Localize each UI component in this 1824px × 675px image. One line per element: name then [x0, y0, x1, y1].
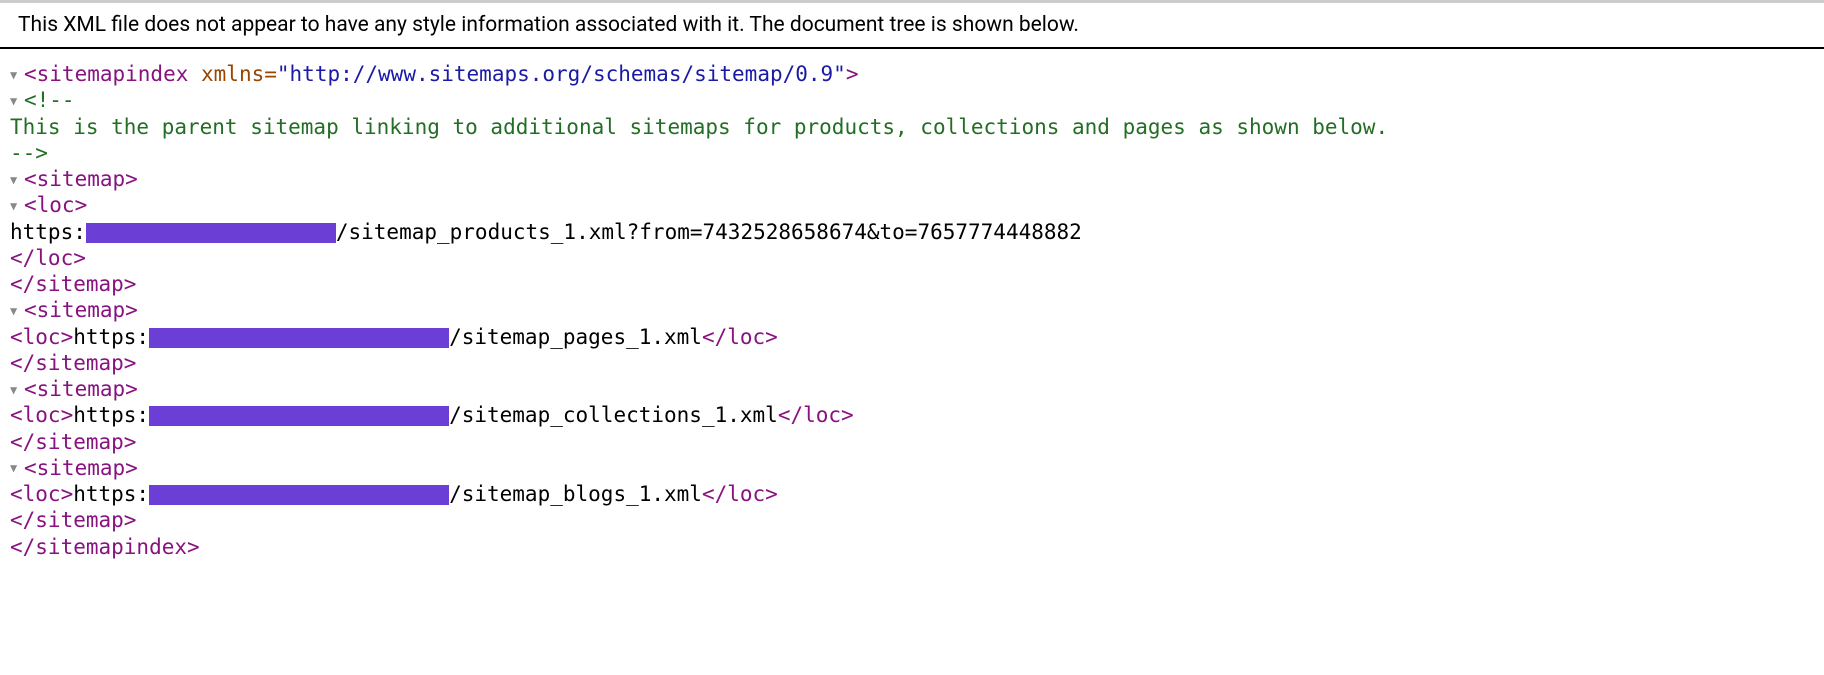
sitemap-close-line: </sitemap>: [10, 507, 1814, 533]
redacted-domain: [149, 406, 449, 426]
collapse-toggle-icon[interactable]: ▼: [10, 68, 24, 83]
xml-notice-text: This XML file does not appear to have an…: [18, 13, 1079, 37]
loc-tag-close: </loc>: [10, 246, 86, 270]
sitemap-tag-open: <sitemap>: [24, 298, 138, 322]
sitemap-tag-open: <sitemap>: [24, 167, 138, 191]
url-suffix: /sitemap_blogs_1.xml: [449, 482, 702, 506]
collapse-toggle-icon[interactable]: ▼: [10, 199, 24, 214]
redacted-domain: [86, 223, 336, 243]
sitemap-tag-close: </sitemap>: [10, 508, 136, 532]
url-prefix: https:: [73, 325, 149, 349]
url-prefix: https:: [73, 403, 149, 427]
root-tag-open: <sitemapindex: [24, 62, 188, 86]
loc-tag-open: <loc>: [10, 403, 73, 427]
loc-tag-open: <loc>: [24, 193, 87, 217]
loc-line: <loc>https: /sitemap_pages_1.xml</loc>: [10, 324, 1814, 350]
url-prefix: https:: [10, 220, 86, 244]
comment-close-line: -->: [10, 140, 1814, 166]
sitemap-tag-open: <sitemap>: [24, 456, 138, 480]
sitemap-open-line: ▼<sitemap>: [10, 376, 1814, 402]
collapse-toggle-icon[interactable]: ▼: [10, 94, 24, 109]
loc-tag-open: <loc>: [10, 482, 73, 506]
sitemap-close-line: </sitemap>: [10, 350, 1814, 376]
sitemap-open-line: ▼<sitemap>: [10, 297, 1814, 323]
sitemap-tag-close: </sitemap>: [10, 430, 136, 454]
comment-text: This is the parent sitemap linking to ad…: [10, 115, 1388, 139]
root-close-line: </sitemapindex>: [10, 534, 1814, 560]
sitemap-tag-close: </sitemap>: [10, 272, 136, 296]
collapse-toggle-icon[interactable]: ▼: [10, 383, 24, 398]
loc-close-line: </loc>: [10, 245, 1814, 271]
url-suffix: /sitemap_products_1.xml?from=74325286586…: [336, 220, 1082, 244]
loc-line: <loc>https: /sitemap_blogs_1.xml</loc>: [10, 481, 1814, 507]
url-suffix: /sitemap_collections_1.xml: [449, 403, 778, 427]
collapse-toggle-icon[interactable]: ▼: [10, 461, 24, 476]
collapse-toggle-icon[interactable]: ▼: [10, 173, 24, 188]
comment-open: <!--: [24, 88, 75, 112]
comment-close: -->: [10, 141, 48, 165]
loc-open-line: ▼<loc>: [10, 192, 1814, 218]
root-attr-value: "http://www.sitemaps.org/schemas/sitemap…: [277, 62, 846, 86]
xml-tree: ▼<sitemapindex xmlns="http://www.sitemap…: [0, 49, 1824, 572]
url-prefix: https:: [73, 482, 149, 506]
loc-line: <loc>https: /sitemap_collections_1.xml</l…: [10, 402, 1814, 428]
loc-tag-close: </loc>: [702, 482, 778, 506]
loc-tag-open: <loc>: [10, 325, 73, 349]
url-suffix: /sitemap_pages_1.xml: [449, 325, 702, 349]
comment-text-line: This is the parent sitemap linking to ad…: [10, 114, 1814, 140]
sitemap-tag-open: <sitemap>: [24, 377, 138, 401]
sitemap-close-line: </sitemap>: [10, 271, 1814, 297]
loc-tag-close: </loc>: [778, 403, 854, 427]
root-attr-name: xmlns=: [188, 62, 277, 86]
root-tag-close: </sitemapindex>: [10, 535, 200, 559]
sitemap-open-line: ▼<sitemap>: [10, 166, 1814, 192]
sitemap-tag-close: </sitemap>: [10, 351, 136, 375]
sitemap-close-line: </sitemap>: [10, 429, 1814, 455]
root-tag-open-end: >: [846, 62, 859, 86]
xml-notice-header: This XML file does not appear to have an…: [0, 3, 1824, 49]
loc-url-line: https: /sitemap_products_1.xml?from=74325…: [10, 219, 1814, 245]
collapse-toggle-icon[interactable]: ▼: [10, 304, 24, 319]
comment-open-line: ▼<!--: [10, 87, 1814, 113]
root-open-line: ▼<sitemapindex xmlns="http://www.sitemap…: [10, 61, 1814, 87]
redacted-domain: [149, 328, 449, 348]
redacted-domain: [149, 485, 449, 505]
sitemap-open-line: ▼<sitemap>: [10, 455, 1814, 481]
loc-tag-close: </loc>: [702, 325, 778, 349]
